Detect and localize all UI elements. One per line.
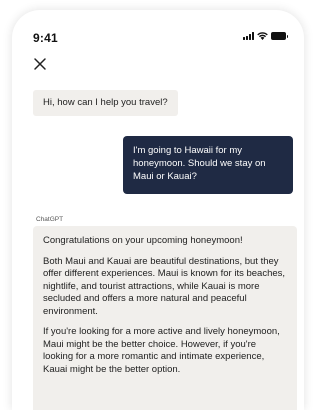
close-button[interactable] <box>32 56 48 72</box>
response-paragraph: If you're looking for a more active and … <box>43 326 280 375</box>
status-icons <box>243 32 288 40</box>
response-paragraph: Both Maui and Kauai are beautiful destin… <box>43 255 286 317</box>
cellular-signal-icon <box>243 32 254 40</box>
status-time: 9:41 <box>33 31 58 45</box>
assistant-greeting-bubble: Hi, how can I help you travel? <box>33 90 178 116</box>
assistant-response-bubble: Congratulations on your upcoming honeymo… <box>33 226 297 410</box>
sender-label: ChatGPT <box>36 216 64 223</box>
response-paragraph: Congratulations on your upcoming honeymo… <box>43 235 243 246</box>
wifi-icon <box>257 32 268 40</box>
user-message-bubble: I'm going to Hawaii for my honeymoon. Sh… <box>123 136 293 194</box>
status-bar: 9:41 <box>12 10 304 50</box>
phone-frame: 9:41 Hi, how can I help you travel? I'm … <box>12 10 304 410</box>
battery-icon <box>271 32 288 40</box>
close-icon <box>34 58 46 70</box>
